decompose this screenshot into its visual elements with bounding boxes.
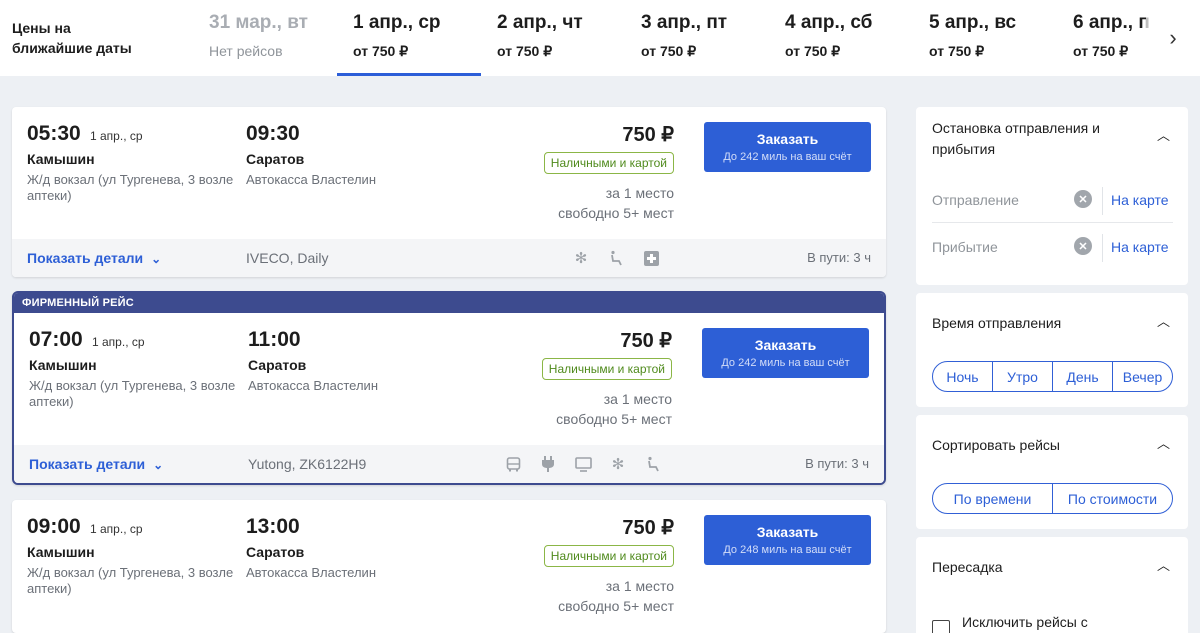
clear-icon[interactable]: ✕ bbox=[1074, 190, 1092, 208]
arrival-stop-field[interactable]: Прибытие ✕ На карте bbox=[932, 226, 1173, 270]
transfer-filter: Пересадка ︿ Исключить рейсы с bbox=[916, 537, 1188, 633]
time-night-option[interactable]: Ночь bbox=[933, 362, 992, 391]
arrival-time: 09:30 bbox=[246, 122, 300, 145]
departure-map-link[interactable]: На карте bbox=[1111, 192, 1169, 208]
show-details-link[interactable]: Показать детали ⌄ bbox=[27, 250, 161, 266]
date-tab-mar31[interactable]: 31 мар., вт Нет рейсов bbox=[193, 0, 337, 76]
departure-date: 1 апр., ср bbox=[90, 129, 143, 143]
arrival-time: 11:00 bbox=[248, 328, 301, 351]
date-tab-apr4[interactable]: 4 апр., сб от 750 ₽ bbox=[769, 0, 913, 76]
snowflake-icon: ✻ bbox=[574, 250, 588, 267]
trip-price: 750 ₽ bbox=[620, 330, 672, 352]
date-strip-title: Цены на ближайшие даты bbox=[12, 20, 132, 56]
arrival-city: Саратов bbox=[248, 357, 307, 373]
chevron-up-icon[interactable]: ︿ bbox=[1157, 433, 1170, 452]
time-of-day-selector: Ночь Утро День Вечер bbox=[932, 361, 1173, 392]
departure-stop: Ж/д вокзал (ул Тургенева, 3 возле аптеки… bbox=[27, 565, 234, 596]
trip-duration: В пути: 3 ч bbox=[807, 250, 871, 265]
exclude-transfers-checkbox[interactable] bbox=[932, 620, 950, 633]
payment-badge: Наличными и картой bbox=[543, 152, 674, 174]
departure-city: Камышин bbox=[29, 357, 97, 373]
trip-duration: В пути: 3 ч bbox=[805, 456, 869, 471]
order-button[interactable]: Заказать До 242 миль на ваш счёт bbox=[702, 328, 869, 378]
miles-note: До 242 миль на ваш счёт bbox=[723, 151, 852, 163]
sort-filter: Сортировать рейсы ︿ По времени По стоимо… bbox=[916, 415, 1188, 529]
departure-time: 05:30 bbox=[27, 122, 81, 145]
trip-price: 750 ₽ bbox=[622, 124, 674, 146]
transfer-title: Пересадка bbox=[932, 559, 1003, 575]
sort-title: Сортировать рейсы bbox=[932, 437, 1060, 453]
payment-badge: Наличными и картой bbox=[543, 545, 674, 567]
first-aid-icon bbox=[641, 248, 661, 268]
arrival-time: 13:00 bbox=[246, 515, 300, 538]
stop-filter-panel: Остановка отправления и прибытия ︿ Отпра… bbox=[916, 107, 1188, 285]
departure-time: 07:00 bbox=[29, 328, 83, 351]
departure-time-filter: Время отправления ︿ Ночь Утро День Вечер bbox=[916, 293, 1188, 407]
sort-by-price-option[interactable]: По стоимости bbox=[1052, 484, 1172, 513]
departure-stop: Ж/д вокзал (ул Тургенева, 3 возле аптеки… bbox=[29, 378, 236, 409]
seats-available: свободно 5+ мест bbox=[556, 411, 672, 427]
arrival-stop: Автокасса Властелин bbox=[248, 378, 378, 393]
seat-price-note: за 1 место bbox=[605, 185, 674, 201]
trip-card: 05:30 1 апр., ср 09:30 Камышин Саратов Ж… bbox=[12, 107, 886, 277]
miles-note: До 248 миль на ваш счёт bbox=[723, 544, 852, 556]
bus-icon bbox=[503, 454, 523, 474]
trip-card-branded: ФИРМЕННЫЙ РЕЙС 07:00 1 апр., ср 11:00 Ка… bbox=[12, 291, 886, 485]
chevron-right-icon[interactable]: › bbox=[1146, 0, 1200, 76]
date-strip: Цены на ближайшие даты 31 мар., вт Нет р… bbox=[0, 0, 1200, 76]
branded-trip-label: ФИРМЕННЫЙ РЕЙС bbox=[14, 293, 884, 313]
date-tab-apr3[interactable]: 3 апр., пт от 750 ₽ bbox=[625, 0, 769, 76]
sort-selector: По времени По стоимости bbox=[932, 483, 1173, 514]
arrival-placeholder: Прибытие bbox=[932, 239, 998, 255]
chevron-up-icon[interactable]: ︿ bbox=[1157, 311, 1170, 330]
chevron-up-icon[interactable]: ︿ bbox=[1157, 555, 1170, 574]
departure-stop: Ж/д вокзал (ул Тургенева, 3 возле аптеки… bbox=[27, 172, 234, 203]
show-details-link[interactable]: Показать детали ⌄ bbox=[29, 456, 163, 472]
payment-badge: Наличными и картой bbox=[541, 358, 672, 380]
arrival-city: Саратов bbox=[246, 544, 305, 560]
departure-time: 09:00 bbox=[27, 515, 81, 538]
arrival-map-link[interactable]: На карте bbox=[1111, 239, 1169, 255]
reclining-seat-icon bbox=[643, 454, 663, 474]
chevron-up-icon[interactable]: ︿ bbox=[1157, 125, 1170, 144]
date-tab-apr2[interactable]: 2 апр., чт от 750 ₽ bbox=[481, 0, 625, 76]
chevron-down-icon: ⌄ bbox=[151, 252, 162, 266]
date-tab-apr5[interactable]: 5 апр., вс от 750 ₽ bbox=[913, 0, 1057, 76]
exclude-transfers-label: Исключить рейсы с bbox=[962, 614, 1088, 630]
order-button[interactable]: Заказать До 242 миль на ваш счёт bbox=[704, 122, 871, 172]
departure-stop-field[interactable]: Отправление ✕ На карте bbox=[932, 179, 1173, 223]
tv-icon bbox=[573, 454, 593, 474]
departure-city: Камышин bbox=[27, 544, 95, 560]
seats-available: свободно 5+ мест bbox=[558, 205, 674, 221]
time-evening-option[interactable]: Вечер bbox=[1112, 362, 1172, 391]
arrival-city: Саратов bbox=[246, 151, 305, 167]
departure-placeholder: Отправление bbox=[932, 192, 1019, 208]
bus-model: Yutong, ZK6122H9 bbox=[248, 456, 367, 472]
sort-by-time-option[interactable]: По времени bbox=[933, 484, 1052, 513]
arrival-stop: Автокасса Властелин bbox=[246, 172, 376, 187]
departure-time-title: Время отправления bbox=[932, 315, 1062, 331]
bus-model: IVECO, Daily bbox=[246, 250, 329, 266]
miles-note: До 242 миль на ваш счёт bbox=[721, 357, 850, 369]
chevron-down-icon: ⌄ bbox=[153, 458, 164, 472]
seat-price-note: за 1 место bbox=[605, 578, 674, 594]
clear-icon[interactable]: ✕ bbox=[1074, 237, 1092, 255]
seats-available: свободно 5+ мест bbox=[558, 598, 674, 614]
trip-card: 09:00 1 апр., ср 13:00 Камышин Саратов Ж… bbox=[12, 500, 886, 633]
snowflake-icon: ✻ bbox=[611, 456, 625, 473]
departure-city: Камышин bbox=[27, 151, 95, 167]
date-tab-apr1[interactable]: 1 апр., ср от 750 ₽ bbox=[337, 0, 481, 76]
reclining-seat-icon bbox=[606, 248, 626, 268]
stop-filter-title: Остановка отправления и прибытия bbox=[932, 120, 1100, 157]
time-day-option[interactable]: День bbox=[1052, 362, 1112, 391]
trip-price: 750 ₽ bbox=[622, 517, 674, 539]
departure-date: 1 апр., ср bbox=[90, 522, 143, 536]
order-button[interactable]: Заказать До 248 миль на ваш счёт bbox=[704, 515, 871, 565]
departure-date: 1 апр., ср bbox=[92, 335, 145, 349]
seat-price-note: за 1 место bbox=[603, 391, 672, 407]
arrival-stop: Автокасса Властелин bbox=[246, 565, 376, 580]
power-socket-icon bbox=[538, 454, 558, 474]
time-morning-option[interactable]: Утро bbox=[992, 362, 1052, 391]
